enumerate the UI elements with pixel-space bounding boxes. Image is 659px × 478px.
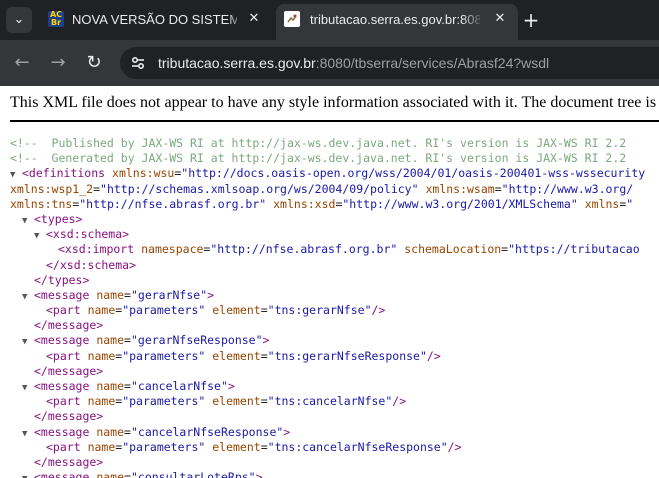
xml-tree: <!-- Published by JAX-WS RI at http://ja… <box>10 136 645 478</box>
tab-title: tributacao.serra.es.gov.br:8080/t <box>310 12 480 27</box>
arrow-left-icon: ← <box>14 52 30 73</box>
xml-line: ▼ <message name="gerarNfseResponse"> <box>10 333 645 348</box>
xml-line: <!-- Generated by JAX-WS RI at http://ja… <box>10 151 645 166</box>
xml-line-content: </xsd:schema> <box>46 257 137 272</box>
xml-line-content: <message name="gerarNfse"> <box>34 287 215 302</box>
address-bar[interactable]: tributacao.serra.es.gov.br:8080/tbserra/… <box>120 47 659 79</box>
xml-line: </xsd:schema> <box>10 258 645 273</box>
xml-line-content: <types> <box>34 211 83 226</box>
xml-line: ▼<message name="consultarLoteRps"> <box>10 470 645 478</box>
xml-line-content: </types> <box>34 272 90 287</box>
xml-line-content: <!-- Generated by JAX-WS RI at http://ja… <box>10 151 627 166</box>
xml-line: </message> <box>10 455 645 470</box>
xml-line: xmlns:wsp1_2="http://schemas.xmlsoap.org… <box>10 182 645 197</box>
arrow-right-icon: → <box>50 52 66 73</box>
xml-line-content: </message> <box>34 409 104 424</box>
xml-line: </message> <box>10 364 645 379</box>
xml-line: <part name="parameters" element="tns:can… <box>10 394 645 409</box>
xml-line-content: </message> <box>34 363 104 378</box>
tab-nova-versao[interactable]: AC Br NOVA VERSÃO DO SISTEMA DE ✕ <box>40 0 272 40</box>
collapse-triangle-icon[interactable]: ▼ <box>22 472 34 478</box>
reload-icon: ↻ <box>86 52 102 73</box>
xml-line-content: <message name="consultarLoteRps"> <box>34 470 263 478</box>
xml-line: ▼ <definitions xmlns:wsu="http://docs.oas… <box>10 166 645 181</box>
xml-line-content: <part name="parameters" element="tns:can… <box>46 394 407 409</box>
xml-line: ▼ <message name="cancelarNfse"> <box>10 379 645 394</box>
xml-line-content: <message name="cancelarNfse"> <box>34 379 235 393</box>
xml-line: <part name="parameters" element="tns:can… <box>10 440 645 455</box>
xml-line-content: <xsd:schema> <box>46 227 130 242</box>
chevron-down-icon: ⌄ <box>13 12 25 27</box>
xml-line-content: <part name="parameters" element="tns:ger… <box>46 303 386 318</box>
xml-line: <!-- Published by JAX-WS RI at http://ja… <box>10 136 645 151</box>
document-favicon-icon <box>284 11 300 27</box>
divider <box>10 120 659 122</box>
xml-line: </message> <box>10 409 645 424</box>
xml-line-content: <!-- Published by JAX-WS RI at http://ja… <box>10 136 627 150</box>
url-host: tributacao.serra.es.gov.br <box>158 55 316 71</box>
tab-tributacao[interactable]: tributacao.serra.es.gov.br:8080/t ✕ <box>276 4 518 40</box>
xml-line: ▼ <types> <box>10 212 645 227</box>
xml-line: <xsd:import namespace="http://nfse.abras… <box>10 242 645 257</box>
xml-line: <part name="parameters" element="tns:ger… <box>10 303 645 318</box>
xml-line: </message> <box>10 318 645 333</box>
tab-search-button[interactable]: ⌄ <box>6 7 32 33</box>
url-path: :8080/tbserra/services/Abrasf24?wsdl <box>315 55 550 71</box>
back-button[interactable]: ← <box>10 51 34 75</box>
xml-info-message: This XML file does not appear to have an… <box>10 94 659 111</box>
tab-strip: ⌄ AC Br NOVA VERSÃO DO SISTEMA DE ✕ trib… <box>0 0 659 40</box>
new-tab-button[interactable]: + <box>520 9 542 31</box>
favicon-text: AC Br <box>49 10 63 27</box>
page-content: This XML file does not appear to have an… <box>0 86 659 478</box>
browser-toolbar: ← → ↻ tributacao.serra.es.gov.br:8080/tb… <box>0 40 659 86</box>
acbr-favicon-icon: AC Br <box>48 11 64 27</box>
forward-button[interactable]: → <box>46 51 70 75</box>
xml-line: </types> <box>10 273 645 288</box>
xml-line-content: </message> <box>34 318 104 333</box>
xml-line: xmlns:tns="http://nfse.abrasf.org.br" xm… <box>10 197 645 212</box>
close-tab-icon[interactable]: ✕ <box>492 11 508 27</box>
close-tab-icon[interactable]: ✕ <box>246 11 262 27</box>
site-info-icon[interactable] <box>128 53 148 73</box>
xml-line-content: </message> <box>34 454 104 469</box>
xml-line-content: <part name="parameters" element="tns:ger… <box>46 348 441 363</box>
tab-title-fade <box>226 12 248 28</box>
xml-line: ▼ <xsd:schema> <box>10 227 645 242</box>
tab-title: NOVA VERSÃO DO SISTEMA DE <box>72 12 237 27</box>
tab-title-fade <box>462 12 484 28</box>
xml-line-content: <xsd:import namespace="http://nfse.abras… <box>58 242 640 257</box>
url-text: tributacao.serra.es.gov.br:8080/tbserra/… <box>158 55 549 71</box>
xml-line: ▼ <message name="gerarNfse"> <box>10 288 645 303</box>
xml-line-content: <part name="parameters" element="tns:can… <box>46 439 462 454</box>
xml-line-content: <definitions xmlns:wsu="http://docs.oasi… <box>22 166 646 181</box>
plus-icon: + <box>522 8 540 32</box>
xml-line-content: <message name="cancelarNfseResponse"> <box>34 424 291 439</box>
xml-line-content: xmlns:tns="http://nfse.abrasf.org.br" xm… <box>10 196 634 211</box>
xml-line-content: xmlns:wsp1_2="http://schemas.xmlsoap.org… <box>10 181 634 196</box>
xml-line: <part name="parameters" element="tns:ger… <box>10 349 645 364</box>
xml-line: ▼ <message name="cancelarNfseResponse"> <box>10 425 645 440</box>
xml-line-content: <message name="gerarNfseResponse"> <box>34 333 270 348</box>
reload-button[interactable]: ↻ <box>82 51 106 75</box>
